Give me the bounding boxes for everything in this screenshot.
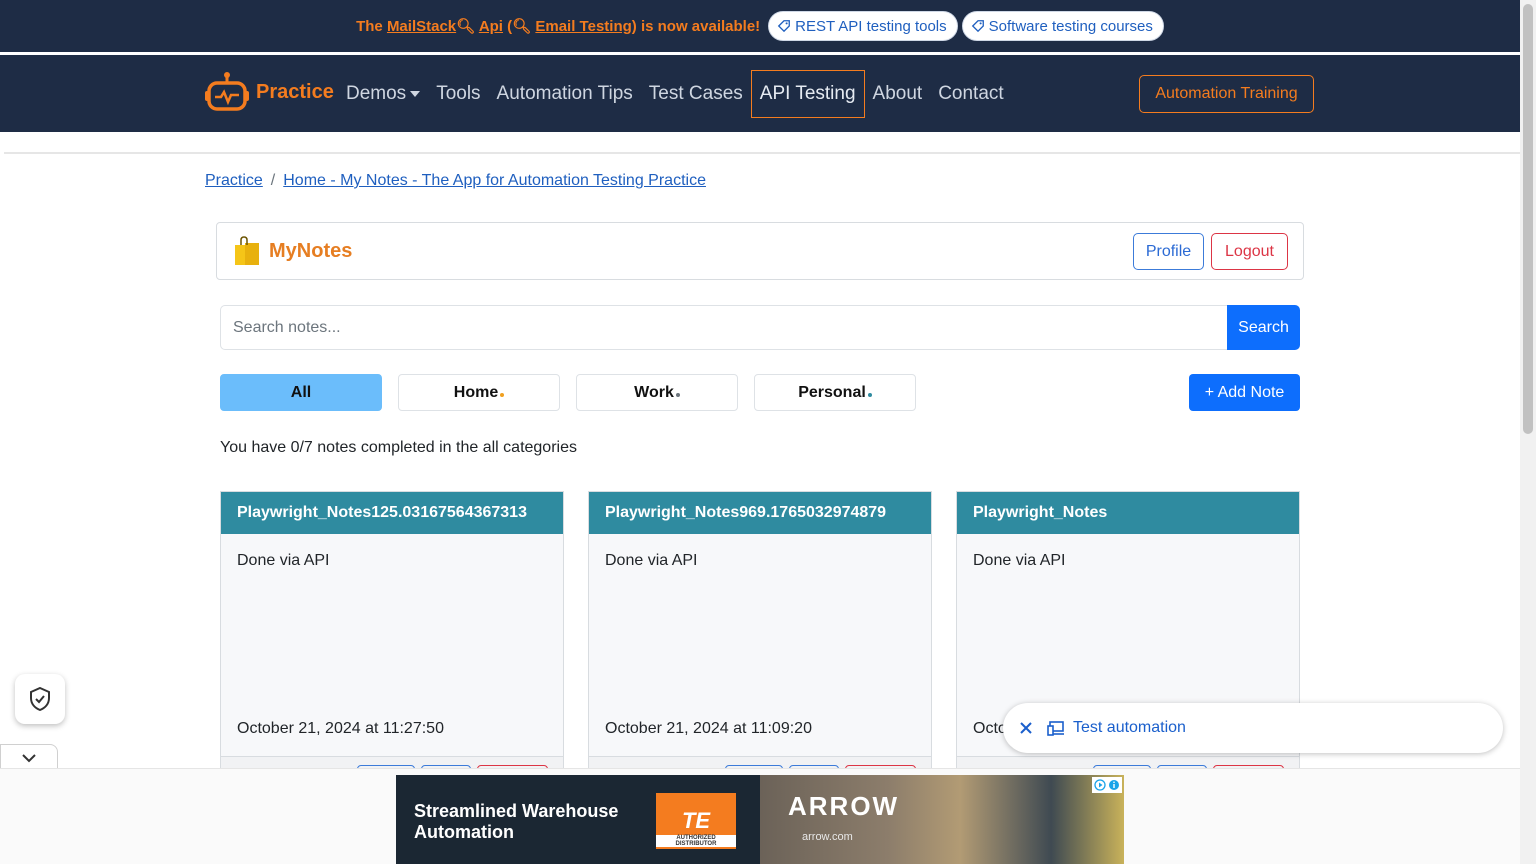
note-title[interactable]: Playwright_Notes [957,492,1299,534]
app-header: MyNotes Profile Logout [216,222,1304,280]
mailstack-link[interactable]: MailStack [387,18,456,35]
ad-strip: Streamlined Warehouse Automation TE AUTHO… [0,768,1520,864]
logout-button[interactable]: Logout [1211,233,1288,270]
close-icon[interactable] [1019,721,1033,735]
caret-down-icon [410,91,421,97]
nav-demos[interactable]: Demos [338,70,428,118]
search-icon: 🔍︎ [456,18,476,35]
brand-name: Practice [256,80,334,103]
search-suggestion-chip[interactable]: Test automation [1003,703,1503,753]
breadcrumb-separator: / [270,172,276,189]
ad-info-icon[interactable] [1092,777,1122,793]
page-scrollbar[interactable] [1520,0,1536,864]
chevron-down-icon [22,753,36,762]
nav-links: Demos Tools Automation Tips Test Cases A… [338,69,1012,119]
devices-icon [1047,721,1064,736]
navbar: Practice Demos Tools Automation Tips Tes… [0,55,1520,132]
shield-check-icon [30,687,50,711]
info-icon [1109,780,1119,790]
note-body: Done via API [237,552,330,569]
scrollbar-thumb[interactable] [1523,4,1533,434]
play-icon [1094,779,1106,791]
collapse-ad-button[interactable] [0,744,58,770]
api-link[interactable]: Api [479,18,503,35]
profile-button[interactable]: Profile [1133,233,1204,270]
promo-bar: The MailStack🔍︎ Api (🔍︎ Email Testing) i… [0,0,1520,52]
nav-api-testing[interactable]: API Testing [750,70,865,118]
automation-training-button[interactable]: Automation Training [1139,75,1314,113]
note-date: October 21, 2024 at 11:27:50 [237,720,444,737]
rest-api-tools-pill[interactable]: REST API testing tools [768,11,958,41]
note-date: Octo [973,720,1007,737]
ad-headline: Streamlined Warehouse Automation [414,801,619,842]
robot-logo-icon [205,72,249,111]
note-title[interactable]: Playwright_Notes125.03167564367313 [221,492,563,534]
tag-icon [777,20,791,33]
te-logo: TE AUTHORIZED DISTRIBUTOR [656,793,736,849]
testing-courses-pill[interactable]: Software testing courses [961,11,1164,41]
notes-bag-icon [235,236,259,265]
note-card: Playwright_Notes969.1765032974879 Done v… [588,491,932,792]
privacy-shield-button[interactable] [15,674,65,724]
tab-personal[interactable]: Personal [754,374,916,411]
pill-label: REST API testing tools [795,17,947,35]
note-date: October 21, 2024 at 11:09:20 [605,720,812,737]
category-dot [675,392,680,397]
note-title[interactable]: Playwright_Notes969.1765032974879 [589,492,931,534]
mynotes-logo[interactable]: MyNotes [231,235,352,267]
page: The MailStack🔍︎ Api (🔍︎ Email Testing) i… [0,0,1520,864]
arrow-url: arrow.com [802,831,853,843]
breadcrumb-practice[interactable]: Practice [205,172,263,190]
brand-link[interactable]: Practice [204,69,334,115]
pill-label: Software testing courses [988,17,1153,35]
tag-icon [971,20,984,33]
divider [4,152,1520,154]
search-bar: Search [220,305,1300,350]
nav-contact[interactable]: Contact [930,70,1011,118]
category-dot [867,392,872,397]
nav-tools[interactable]: Tools [428,70,488,118]
arrow-logo: ARROW [788,791,900,821]
ad-banner[interactable]: Streamlined Warehouse Automation TE AUTHO… [396,775,1124,864]
breadcrumb-current[interactable]: Home - My Notes - The App for Automation… [283,172,706,190]
progress-text: You have 0/7 notes completed in the all … [220,439,577,456]
search-icon: 🔍︎ [512,18,532,35]
nav-test-cases[interactable]: Test Cases [641,70,751,118]
tab-home[interactable]: Home [398,374,560,411]
tab-all[interactable]: All [220,374,382,411]
search-input[interactable] [220,305,1227,350]
add-note-button[interactable]: + Add Note [1189,374,1300,411]
promo-text: The MailStack🔍︎ Api (🔍︎ Email Testing) i… [356,18,761,35]
category-dot [500,392,505,397]
nav-automation-tips[interactable]: Automation Tips [489,70,641,118]
suggestion-label[interactable]: Test automation [1047,719,1186,737]
note-body: Done via API [973,552,1066,569]
breadcrumb: Practice / Home - My Notes - The App for… [205,172,706,190]
email-testing-link[interactable]: Email Testing [535,18,631,35]
app-title: MyNotes [269,239,353,262]
search-button[interactable]: Search [1227,305,1300,350]
tab-work[interactable]: Work [576,374,738,411]
note-card: Playwright_Notes125.03167564367313 Done … [220,491,564,792]
nav-about[interactable]: About [865,70,931,118]
note-body: Done via API [605,552,698,569]
